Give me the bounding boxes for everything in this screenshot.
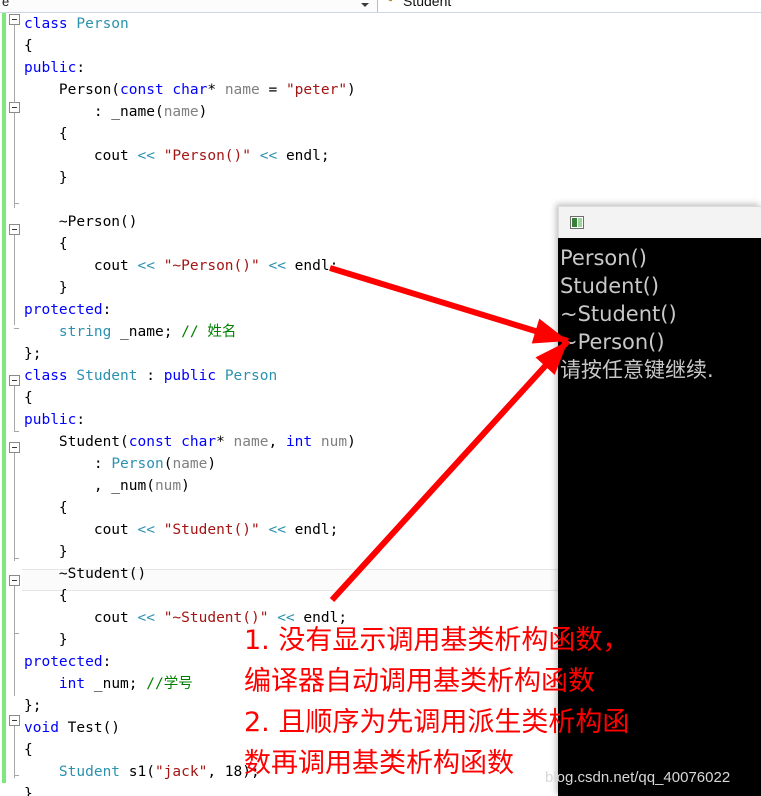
annotation-text: 1. 没有显示调用基类析构函数， 编译器自动调用基类析构函数 2. 且顺序为先调用派… [244, 620, 761, 784]
fold-end-tick [14, 633, 19, 634]
code-line: cout << "Person()" << endl; [24, 148, 330, 164]
chevron-down-icon[interactable] [361, 3, 369, 7]
fold-margin[interactable] [8, 13, 24, 796]
fold-connector [14, 25, 15, 103]
fold-end-tick [14, 328, 19, 329]
fold-end-tick [14, 558, 19, 559]
code-line: : _name(name) [24, 104, 208, 120]
annotation-line: 编译器自动调用基类析构函数 [244, 666, 595, 697]
console-app-icon [570, 216, 584, 229]
code-line: public: [24, 60, 86, 76]
annotation-line: 2. 且顺序为先调用派生类析构函 [244, 707, 630, 738]
fold-connector [14, 235, 15, 325]
fold-toggle-icon[interactable] [9, 102, 20, 113]
fold-connector [14, 453, 15, 561]
fold-end-tick [14, 775, 19, 776]
code-line: Person(const char* name = "peter") [24, 82, 356, 98]
code-line: { [24, 38, 33, 54]
change-indicator-bar [2, 13, 6, 783]
fold-toggle-icon[interactable] [9, 715, 20, 726]
class-dropdown[interactable]: Student [379, 0, 761, 12]
member-dropdown-value: e [2, 0, 10, 9]
code-line: { [24, 126, 68, 142]
code-line: class Person [24, 16, 129, 32]
annotation-line: 1. 没有显示调用基类析构函数， [244, 625, 630, 656]
watermark: blog.csdn.net/qq_40076022 [545, 769, 731, 786]
fold-end-tick [14, 203, 19, 204]
class-icon [385, 0, 399, 6]
fold-toggle-icon[interactable] [9, 224, 20, 235]
fold-connector [14, 113, 15, 208]
fold-connector [14, 586, 15, 696]
code-line: } [24, 170, 68, 186]
fold-toggle-icon[interactable] [9, 14, 20, 25]
fold-toggle-icon[interactable] [9, 442, 20, 453]
editor-navigation-bar: e Student [0, 0, 761, 13]
fold-connector [14, 726, 15, 778]
fold-connector [14, 386, 15, 432]
fold-toggle-icon[interactable] [9, 375, 20, 386]
console-titlebar[interactable] [558, 206, 761, 238]
fold-toggle-icon[interactable] [9, 575, 20, 586]
class-dropdown-value: Student [403, 0, 452, 9]
fold-end-tick [14, 431, 19, 432]
member-dropdown[interactable]: e [0, 0, 378, 12]
console-output-text: Person() Student() ~Student() ~Person() … [560, 246, 714, 382]
